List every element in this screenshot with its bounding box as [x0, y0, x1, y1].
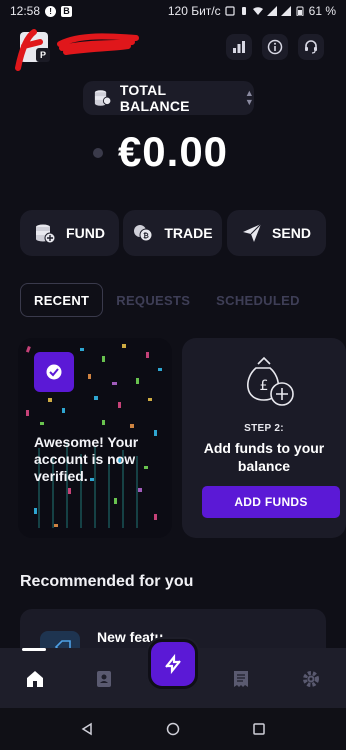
verified-card[interactable]: Awesome! Your account is now verified. — [18, 338, 172, 538]
balance-selector-label: TOTAL BALANCE — [119, 82, 190, 114]
bar-chart-icon — [233, 41, 245, 53]
trade-label: TRADE — [164, 225, 213, 241]
back-button[interactable] — [78, 720, 96, 738]
receipt-icon — [234, 671, 248, 687]
paper-plane-icon — [243, 223, 262, 242]
recommended-title: Recommended for you — [20, 573, 194, 590]
recents-square-icon — [253, 723, 265, 735]
stats-button[interactable] — [226, 34, 252, 60]
status-time: 12:58 — [10, 4, 41, 18]
swap-arrows-icon — [165, 653, 181, 675]
quick-actions: FUND ₿ TRADE SEND — [20, 210, 326, 256]
vibrate-icon — [241, 7, 246, 15]
add-funds-card: £ STEP 2: Add funds to your balance ADD … — [182, 338, 346, 538]
system-navigation-bar — [0, 708, 346, 750]
step-title: Add funds to your balance — [203, 440, 325, 474]
send-label: SEND — [272, 225, 311, 241]
svg-text:£: £ — [260, 378, 269, 394]
active-tab-indicator — [22, 648, 46, 651]
tab-requests[interactable]: REQUESTS — [103, 283, 203, 317]
fund-label: FUND — [66, 225, 105, 241]
up-down-chevron-icon: ▲ ▼ — [244, 88, 254, 107]
fund-button[interactable]: FUND — [20, 210, 119, 256]
nav-settings[interactable] — [296, 664, 326, 694]
tab-scheduled[interactable]: SCHEDULED — [203, 283, 313, 317]
nav-home[interactable] — [20, 664, 50, 694]
gear-icon — [303, 671, 319, 687]
alert-icon: ! — [45, 5, 57, 17]
battery-icon — [296, 6, 304, 16]
check-circle-icon — [46, 364, 62, 380]
back-triangle-icon — [81, 722, 92, 736]
send-button[interactable]: SEND — [227, 210, 326, 256]
activity-tabs: RECENT REQUESTS SCHEDULED — [20, 283, 313, 317]
step-label: STEP 2: — [244, 423, 284, 434]
home-icon — [27, 671, 43, 687]
app-header: P — [0, 28, 346, 71]
trade-button[interactable]: ₿ TRADE — [123, 210, 222, 256]
signal-2-icon — [280, 6, 291, 16]
support-button[interactable] — [298, 34, 324, 60]
redaction-scribble — [15, 29, 139, 71]
balance-amount: €0.00 — [117, 128, 229, 175]
exchange-fab-button[interactable] — [148, 639, 198, 689]
sim-icon — [225, 6, 235, 16]
b-app-icon: B — [61, 5, 73, 17]
nav-transactions[interactable] — [226, 664, 256, 694]
svg-text:₿: ₿ — [144, 232, 150, 240]
coins-plus-icon — [36, 224, 56, 244]
home-system-button[interactable] — [164, 720, 182, 738]
headset-icon — [305, 40, 317, 54]
status-right: 120 Бит/с 61 % — [168, 4, 336, 18]
add-funds-button[interactable]: ADD FUNDS — [202, 486, 340, 518]
nav-contacts[interactable] — [89, 664, 119, 694]
verified-badge — [34, 352, 74, 392]
info-icon — [267, 39, 283, 55]
battery-level: 61 % — [308, 4, 336, 18]
wifi-icon — [252, 7, 263, 15]
verified-message: Awesome! Your account is now verified. — [34, 434, 139, 484]
status-left: 12:58 ! B — [10, 4, 73, 18]
network-speed: 120 Бит/с — [167, 4, 221, 18]
contacts-book-icon — [97, 671, 111, 687]
signal-icon — [266, 6, 277, 16]
home-circle-icon — [166, 722, 180, 736]
exchange-coins-icon: ₿ — [134, 225, 153, 242]
tab-recent[interactable]: RECENT — [20, 283, 104, 317]
recents-button[interactable] — [250, 720, 268, 738]
info-button[interactable] — [262, 34, 288, 60]
total-balance-selector[interactable]: TOTAL BALANCE ▲ ▼ — [83, 81, 254, 115]
coins-stack-icon — [94, 90, 112, 106]
money-bag-plus-icon: £ — [247, 356, 294, 406]
status-bar: 12:58 ! B 120 Бит/с 61 % — [0, 0, 346, 22]
